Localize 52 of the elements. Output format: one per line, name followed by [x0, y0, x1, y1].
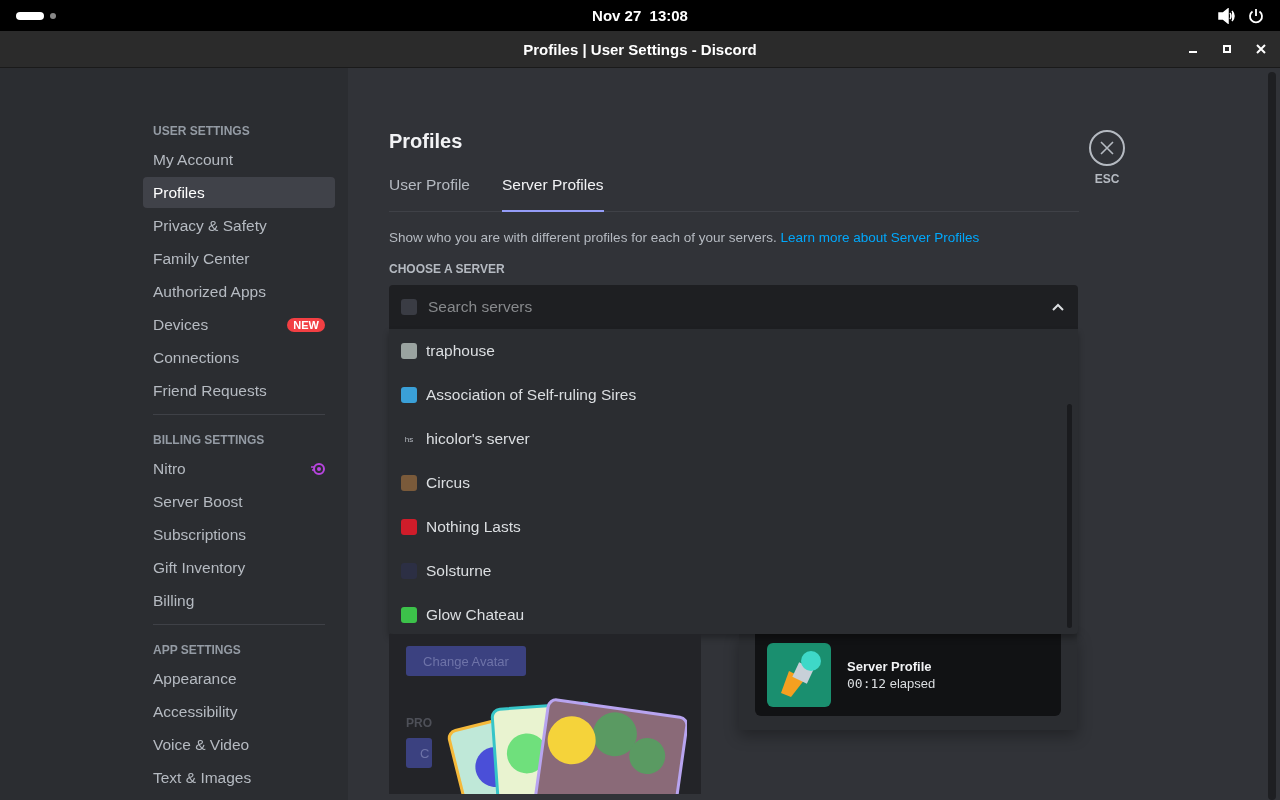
sidebar-item[interactable]: Text & Images: [143, 762, 335, 793]
sidebar-item[interactable]: Authorized Apps: [143, 276, 335, 307]
maximize-icon[interactable]: [1222, 44, 1232, 54]
server-option[interactable]: Nothing Lasts: [389, 505, 1078, 549]
tab[interactable]: Server Profiles: [501, 170, 604, 212]
pencil-icon: [767, 643, 831, 707]
close-button[interactable]: [1089, 130, 1125, 166]
sidebar-item[interactable]: Billing: [143, 585, 335, 616]
server-option[interactable]: hs hicolor's server: [389, 417, 1078, 461]
new-badge: NEW: [287, 317, 325, 332]
sidebar-item[interactable]: Server Boost: [143, 486, 335, 517]
section-heading: USER SETTINGS: [152, 123, 251, 140]
page-title: Profiles: [389, 130, 464, 154]
sidebar-item[interactable]: Voice & Video: [143, 729, 335, 760]
sidebar-item[interactable]: Friend Requests: [143, 375, 335, 406]
sidebar-item[interactable]: My Account: [143, 144, 335, 175]
search-field[interactable]: Search servers: [389, 285, 1078, 329]
sidebar-item[interactable]: Gift Inventory: [143, 552, 335, 583]
sidebar-item[interactable]: Nitro: [143, 453, 335, 484]
server-option[interactable]: Solsturne: [389, 549, 1078, 593]
workspace-indicator-icon[interactable]: [16, 11, 56, 20]
server-option[interactable]: Glow Chateau: [389, 593, 1078, 637]
elapsed-time: 00:12 elapsed: [847, 676, 936, 691]
activity-title: Server Profile: [847, 659, 933, 674]
window-title: Profiles | User Settings - Discord: [523, 40, 757, 58]
description-text: Show who you are with different profiles for each of your servers. Learn more about Server Profiles: [389, 230, 981, 245]
close-icon: [1100, 141, 1114, 155]
sidebar-item[interactable]: Subscriptions: [143, 519, 335, 550]
chevron-icon[interactable]: [1052, 303, 1064, 311]
learn-more-link[interactable]: Learn more about Server Profiles: [780, 230, 980, 245]
section-heading: APP SETTINGS: [152, 642, 242, 659]
sidebar-item[interactable]: Connections: [143, 342, 335, 373]
power-icon[interactable]: [1248, 7, 1264, 24]
sidebar-item[interactable]: Family Center: [143, 243, 335, 274]
section-heading: BILLING SETTINGS: [152, 432, 266, 449]
esc-label: ESC: [1094, 172, 1120, 186]
close-icon[interactable]: [1256, 44, 1266, 54]
sidebar-item[interactable]: Privacy & Safety: [143, 210, 335, 241]
server-option[interactable]: Association of Self-ruling Sires: [389, 373, 1078, 417]
volume-icon[interactable]: [1218, 7, 1236, 24]
sidebar-item[interactable]: Appearance: [143, 663, 335, 694]
sidebar-item[interactable]: Profiles: [143, 177, 335, 208]
section-heading: CHOOSE A SERVER: [389, 262, 506, 276]
server-option[interactable]: Circus: [389, 461, 1078, 505]
tab[interactable]: User Profile: [389, 170, 470, 212]
server-acronym: hs: [403, 434, 415, 444]
sidebar-item[interactable]: Accessibility: [143, 696, 335, 727]
server-icon: [401, 299, 417, 315]
search-input[interactable]: Search servers: [426, 297, 1043, 317]
server-option[interactable]: traphouse: [389, 329, 1078, 373]
sidebar-item[interactable]: Devices NEW: [143, 309, 335, 340]
clock[interactable]: Nov 27 13:08: [592, 7, 688, 24]
